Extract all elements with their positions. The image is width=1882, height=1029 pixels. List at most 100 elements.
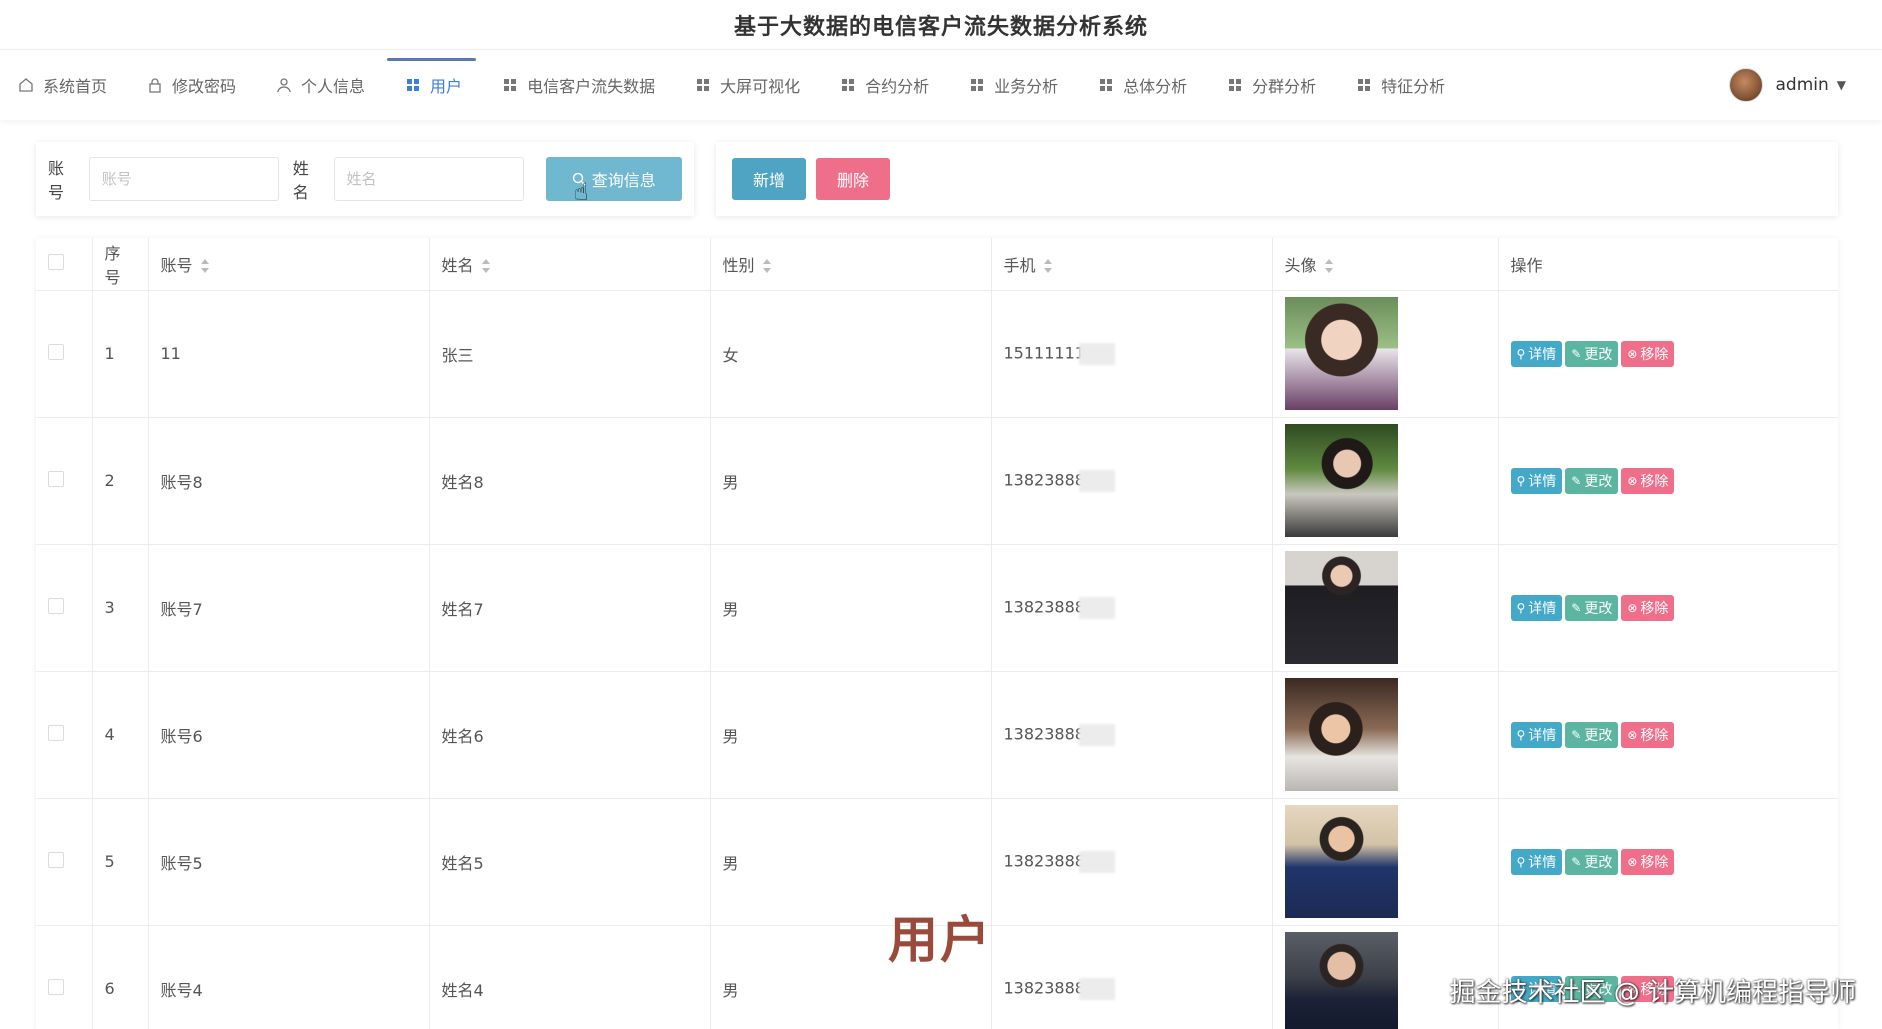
detail-button[interactable]: ⚲ 详情 [1510,594,1563,621]
row-checkbox[interactable] [48,597,64,614]
edit-button[interactable]: ✎ 更改 [1565,340,1619,367]
app-header: 基于大数据的电信客户流失数据分析系统 [0,0,1882,50]
sort-icon[interactable] [1043,259,1052,274]
ops-cell: ⚲ 详情 ✎ 更改 ⊗ 移除 [1498,544,1838,672]
row-select-cell[interactable] [36,544,93,672]
detail-button[interactable]: ⚲ 详情 [1510,340,1563,367]
edit-label: 更改 [1584,727,1613,744]
user-photo[interactable] [1284,932,1398,1029]
nav-item-contract-analysis[interactable]: 合约分析 [840,50,949,120]
sort-icon[interactable] [481,259,490,274]
row-checkbox[interactable] [48,724,64,741]
nav-item-business-analysis[interactable]: 业务分析 [969,50,1078,120]
table-row[interactable]: 3 账号7 姓名7 男 13823888 ⚲ 详情 ✎ 更改 ⊗ 移除 [36,544,1838,672]
remove-button[interactable]: ⊗ 移除 [1621,721,1675,748]
remove-button[interactable]: ⊗ 移除 [1621,594,1675,621]
nav-item-label: 总体分析 [1123,77,1188,96]
row-checkbox[interactable] [48,851,64,868]
user-menu[interactable]: admin ▼ [1729,50,1846,120]
detail-button[interactable]: ⚲ 详情 [1510,848,1563,875]
pencil-icon: ✎ [1571,600,1582,615]
phone-value: 13823888 [1003,978,1085,997]
username: admin [1775,75,1829,95]
table-row[interactable]: 2 账号8 姓名8 男 13823888 ⚲ 详情 ✎ 更改 ⊗ 移除 [36,417,1838,545]
edit-button[interactable]: ✎ 更改 [1565,848,1619,875]
header-phone[interactable]: 手机 [991,238,1273,291]
row-select-cell[interactable] [36,671,93,799]
person-icon [276,77,292,93]
query-button[interactable]: 查询信息 [545,157,682,201]
row-checkbox[interactable] [48,343,64,360]
nav-item-home[interactable]: 系统首页 [18,50,127,120]
ops-cell: ⚲ 详情 ✎ 更改 ⊗ 移除 [1498,671,1838,799]
row-select-cell[interactable] [36,290,93,418]
sort-icon[interactable] [1324,259,1333,274]
remove-button[interactable]: ⊗ 移除 [1621,848,1675,875]
pencil-icon: ✎ [1571,727,1582,742]
avatar-cell [1272,417,1499,545]
detail-label: 详情 [1528,346,1557,363]
nav-item-change-password[interactable]: 修改密码 [147,50,256,120]
avatar-cell [1272,671,1499,799]
nav-item-feature-analysis[interactable]: 特征分析 [1356,50,1465,120]
row-checkbox[interactable] [48,470,64,487]
sort-icon[interactable] [200,259,209,274]
nav-item-label: 个人信息 [301,77,366,96]
nav-item-profile[interactable]: 个人信息 [276,50,385,120]
detail-label: 详情 [1528,473,1557,490]
row-checkbox[interactable] [48,978,64,995]
search-icon: ⚲ [1516,854,1526,869]
grid-icon [969,77,985,93]
edit-button[interactable]: ✎ 更改 [1565,467,1619,494]
search-panel: 账号 姓名 查询信息 [36,142,694,216]
row-select-cell[interactable] [36,417,93,545]
sort-icon[interactable] [762,259,771,274]
name-cell: 姓名7 [429,544,711,672]
table-row[interactable]: 4 账号6 姓名6 男 13823888 ⚲ 详情 ✎ 更改 ⊗ 移除 [36,671,1838,799]
phone-cell: 13823888 [991,925,1273,1029]
phone-cell: 13823888 [991,798,1273,926]
detail-button[interactable]: ⚲ 详情 [1510,467,1563,494]
ops-cell: ⚲ 详情 ✎ 更改 ⊗ 移除 [1498,417,1838,545]
edit-button[interactable]: ✎ 更改 [1565,594,1619,621]
redaction-mask [1078,469,1115,492]
edit-button[interactable]: ✎ 更改 [1565,721,1619,748]
nav-item-cluster-analysis[interactable]: 分群分析 [1227,50,1336,120]
header-gender[interactable]: 性别 [710,238,992,291]
nav-item-big-screen[interactable]: 大屏可视化 [695,50,820,120]
select-all-cell[interactable] [36,238,93,291]
row-select-cell[interactable] [36,798,93,926]
phone-cell: 13823888 [991,544,1273,672]
account-cell: 账号5 [148,798,430,926]
remove-button[interactable]: ⊗ 移除 [1621,340,1675,367]
user-photo[interactable] [1284,424,1398,537]
add-button[interactable]: 新增 [732,158,806,200]
user-photo[interactable] [1284,297,1398,410]
account-input[interactable] [88,157,279,201]
phone-cell: 15111111 [991,290,1273,418]
header-ops: 操作 [1498,238,1838,291]
header-account[interactable]: 账号 [148,238,430,291]
user-photo[interactable] [1284,678,1398,791]
edit-label: 更改 [1584,346,1613,363]
header-name[interactable]: 姓名 [429,238,711,291]
redaction-mask [1078,850,1115,873]
user-photo[interactable] [1284,805,1398,918]
select-all-checkbox[interactable] [48,253,64,270]
remove-button[interactable]: ⊗ 移除 [1621,467,1675,494]
nav-item-overall-analysis[interactable]: 总体分析 [1098,50,1207,120]
table-row[interactable]: 1 11 张三女 15111111 ⚲ 详情 ✎ 更改 ⊗ 移除 [36,290,1838,418]
nav-item-label: 修改密码 [172,77,237,96]
name-input[interactable] [333,157,524,201]
delete-button[interactable]: 删除 [816,158,890,200]
user-photo[interactable] [1284,551,1398,664]
nav-item-churn-data[interactable]: 电信客户流失数据 [502,50,675,120]
index-cell: 5 [92,798,149,926]
nav-item-users[interactable]: 用户 [387,50,482,120]
nav-item-label: 大屏可视化 [720,77,801,96]
grid-icon [1227,77,1243,93]
detail-button[interactable]: ⚲ 详情 [1510,721,1563,748]
row-select-cell[interactable] [36,925,93,1029]
grid-icon [405,77,421,93]
header-avatar[interactable]: 头像 [1272,238,1499,291]
